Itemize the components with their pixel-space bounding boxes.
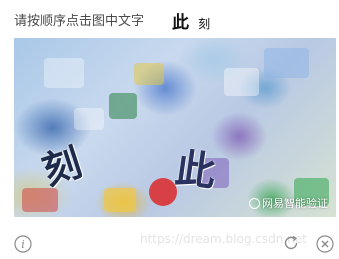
- captcha-footer: i https://dream.blog.csdn.net: [14, 230, 336, 256]
- refresh-icon[interactable]: [282, 234, 300, 252]
- provider-watermark: 网易智能验证: [249, 195, 328, 211]
- close-icon[interactable]: [316, 235, 334, 253]
- captcha-header: 请按顺序点击图中文字 此 刻: [14, 8, 329, 34]
- instruction-text: 请按顺序点击图中文字: [14, 14, 145, 29]
- target-char-1: 此: [172, 13, 189, 33]
- captcha-glyph-1[interactable]: 刻: [34, 131, 87, 195]
- noise-blob: [134, 63, 164, 85]
- watermark-text: 网易智能验证: [262, 197, 328, 210]
- svg-text:i: i: [21, 238, 25, 251]
- noise-blob: [74, 108, 104, 130]
- captcha-image[interactable]: 刻 此 网易智能验证: [14, 38, 336, 217]
- target-char-2: 刻: [198, 17, 211, 31]
- target-characters: 此 刻: [172, 8, 210, 33]
- captcha-glyph-2[interactable]: 此: [172, 135, 220, 198]
- noise-blob: [44, 58, 84, 88]
- noise-blob: [224, 68, 259, 96]
- noise-blob: [109, 93, 137, 119]
- noise-blob: [104, 188, 136, 212]
- noise-blob: [264, 48, 309, 78]
- info-icon[interactable]: i: [14, 235, 32, 253]
- shield-icon: [249, 197, 260, 209]
